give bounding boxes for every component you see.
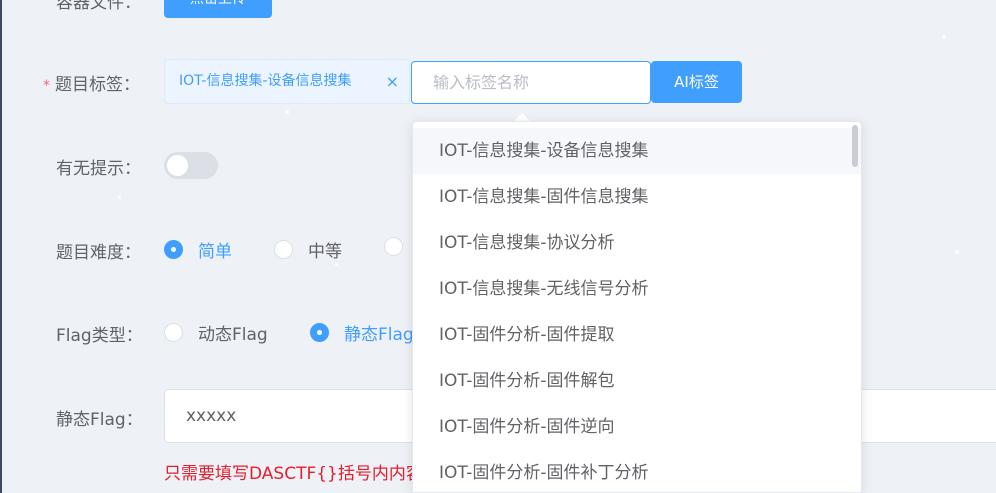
tag-suggestion-dropdown: IOT-信息搜集-设备信息搜集 IOT-信息搜集-固件信息搜集 IOT-信息搜集… — [412, 121, 862, 493]
difficulty-option-medium[interactable]: 中等 — [274, 237, 342, 262]
switch-knob — [167, 155, 188, 176]
radio-checked-icon — [310, 323, 329, 342]
suggestion-list: IOT-信息搜集-设备信息搜集 IOT-信息搜集-固件信息搜集 IOT-信息搜集… — [413, 122, 861, 492]
window-edge — [0, 0, 2, 493]
suggestion-item[interactable]: IOT-信息搜集-固件信息搜集 — [413, 174, 861, 220]
selected-tag: IOT-信息搜集-设备信息搜集 × — [164, 59, 410, 104]
suggestion-item[interactable]: IOT-固件分析-固件解包 — [413, 358, 861, 404]
radio-checked-icon — [164, 240, 183, 259]
upload-button[interactable]: 点击上传 — [164, 0, 272, 18]
suggestion-item[interactable]: IOT-信息搜集-设备信息搜集 — [413, 128, 861, 174]
decor-dot — [942, 35, 946, 39]
tags-label-text: 题目标签： — [55, 75, 140, 95]
flag-type-dynamic[interactable]: 动态Flag — [164, 320, 268, 345]
decor-dot — [955, 250, 959, 254]
close-icon[interactable]: × — [386, 60, 399, 103]
hint-toggle-label: 有无提示： — [56, 159, 141, 179]
selected-tag-text: IOT-信息搜集-设备信息搜集 — [179, 73, 352, 89]
suggestion-item[interactable]: IOT-固件分析-固件补丁分析 — [413, 450, 861, 492]
suggestion-item[interactable]: IOT-固件分析-固件逆向 — [413, 404, 861, 450]
tags-label: * 题目标签： — [43, 70, 140, 95]
suggestion-item[interactable]: IOT-固件分析-固件提取 — [413, 312, 861, 358]
decor-dot — [335, 263, 338, 266]
attachment-label: 容器文件： — [56, 0, 141, 13]
hint-toggle-switch[interactable] — [164, 152, 218, 179]
radio-unchecked-icon — [384, 237, 403, 256]
dropdown-scrollbar[interactable] — [852, 125, 858, 167]
difficulty-option-label: 简单 — [198, 242, 232, 262]
suggestion-item[interactable]: IOT-信息搜集-无线信号分析 — [413, 266, 861, 312]
static-flag-label: 静态Flag： — [56, 410, 143, 430]
decor-dot — [285, 110, 289, 114]
tag-name-input[interactable]: 输入标签名称 — [411, 61, 651, 104]
flag-type-static[interactable]: 静态Flag — [310, 320, 414, 345]
ai-tag-button[interactable]: AI标签 — [651, 61, 742, 103]
radio-unchecked-icon — [274, 240, 293, 259]
static-flag-hint: 只需要填写DASCTF{}括号内内容 — [164, 464, 423, 484]
radio-unchecked-icon — [164, 323, 183, 342]
difficulty-option-label: 中等 — [308, 242, 342, 262]
required-asterisk: * — [43, 78, 50, 94]
difficulty-option-easy[interactable]: 简单 — [164, 237, 232, 262]
suggestion-item[interactable]: IOT-信息搜集-协议分析 — [413, 220, 861, 266]
decor-dot — [118, 196, 121, 199]
flag-type-label: Flag类型： — [56, 326, 143, 346]
flag-type-option-label: 动态Flag — [198, 325, 268, 345]
flag-type-option-label: 静态Flag — [344, 325, 414, 345]
difficulty-label: 题目难度： — [56, 243, 141, 263]
